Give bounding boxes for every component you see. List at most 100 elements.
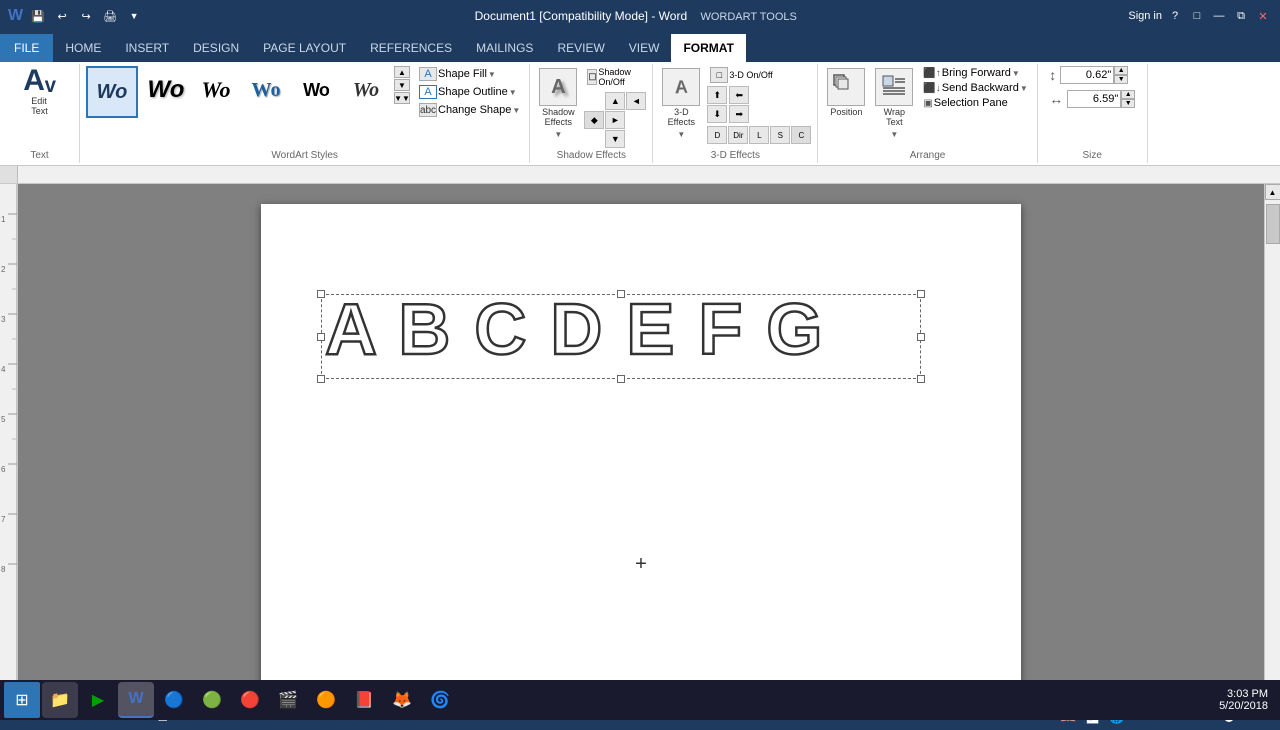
tilt-up-button[interactable]: ⬇ [707,105,727,123]
threed-effects-button[interactable]: A 3-DEffects ▼ [659,66,703,141]
width-decrement-button[interactable]: ▼ [1121,99,1135,108]
wordart-style-5[interactable]: Wo [342,66,390,114]
send-backward-button[interactable]: ⬛↓ Send Backward ▼ [920,81,1030,95]
document-page[interactable]: A B C D E F G + [261,204,1021,684]
ribbon-group-3d: A 3-DEffects ▼ □ 3-D On/Off ⬆ ⬇ ⬅ [653,64,818,163]
handle-middle-left[interactable] [317,333,325,341]
customize-button[interactable]: ▼ [125,7,143,25]
taskbar-word[interactable]: W [118,682,154,718]
tab-view[interactable]: VIEW [617,34,672,62]
wrap-text-icon [875,68,913,106]
tilt-down-button[interactable]: ⬆ [707,86,727,104]
tab-format[interactable]: FORMAT [671,34,745,62]
shadow-effects-button[interactable]: A ShadowEffects ▼ [536,66,580,141]
handle-middle-right[interactable] [917,333,925,341]
threed-color-button[interactable]: C [791,126,811,144]
height-decrement-button[interactable]: ▼ [1114,75,1128,84]
width-increment-button[interactable]: ▲ [1121,90,1135,99]
wordart-scroll-up[interactable]: ▲ [394,66,410,78]
tab-design[interactable]: DESIGN [181,34,251,62]
taskbar-firefox[interactable]: 🦊 [384,682,420,718]
width-control: ↔ 6.59" ▲ ▼ [1049,90,1135,108]
lighting-button[interactable]: L [749,126,769,144]
wordart-style-1[interactable]: Wo [142,66,190,114]
tab-review[interactable]: REVIEW [545,34,616,62]
tab-references[interactable]: REFERENCES [358,34,464,62]
taskbar-app3[interactable]: 🔵 [156,682,192,718]
direction-button[interactable]: Dir [728,126,748,144]
taskbar-app5[interactable]: 🔴 [232,682,268,718]
bring-forward-icon: ⬛↑ [923,68,940,79]
edit-text-button[interactable]: Aᵥ EditText [23,66,56,116]
handle-bottom-middle[interactable] [617,375,625,383]
wordart-scroll-more[interactable]: ▼▼ [394,92,410,104]
help-button[interactable]: ? [1166,7,1184,25]
surface-button[interactable]: S [770,126,790,144]
wordart-selected-style[interactable]: Wo [86,66,138,118]
tab-home[interactable]: HOME [53,34,113,62]
taskbar-app9[interactable]: 🌀 [422,682,458,718]
threed-on-off-button[interactable]: □ 3-D On/Off [707,66,811,84]
redo-button[interactable]: ↪ [77,7,95,25]
height-input[interactable]: 0.62" [1060,66,1114,84]
handle-top-middle[interactable] [617,290,625,298]
nudge-shadow-down-button[interactable]: ▼ [605,130,625,148]
taskbar-explorer[interactable]: 📁 [42,682,78,718]
tab-file[interactable]: FILE [0,34,53,62]
shadow-color-button[interactable]: ◆ [584,111,604,129]
wrap-text-button[interactable]: WrapText ▼ [872,66,916,141]
height-control: ↕ 0.62" ▲ ▼ [1049,66,1128,84]
tab-page-layout[interactable]: PAGE LAYOUT [251,34,358,62]
wordart-object[interactable]: A B C D E F G [321,294,921,379]
close-button[interactable]: ✕ [1254,7,1272,25]
minimize-button[interactable]: — [1210,7,1228,25]
wordart-style-2[interactable]: Wo [192,66,240,114]
shape-fill-arrow: ▼ [488,70,496,79]
tab-mailings[interactable]: MAILINGS [464,34,545,62]
scroll-thumb[interactable] [1266,204,1280,244]
taskbar-app6[interactable]: 🎬 [270,682,306,718]
document-area: 1 2 3 4 5 6 7 8 9 [0,166,1280,704]
tilt-right-button[interactable]: ➡ [729,105,749,123]
tab-insert[interactable]: INSERT [113,34,181,62]
undo-button[interactable]: ↩ [53,7,71,25]
scroll-up-button[interactable]: ▲ [1265,184,1280,200]
start-button[interactable]: ⊞ [4,682,40,718]
bring-forward-button[interactable]: ⬛↑ Bring Forward ▼ [920,66,1030,80]
taskbar-media-player[interactable]: ▶ [80,682,116,718]
taskbar-app7[interactable]: 🟠 [308,682,344,718]
handle-bottom-left[interactable] [317,375,325,383]
wordart-style-4[interactable]: Wo [292,66,340,114]
nudge-shadow-up-button[interactable]: ▲ [605,92,625,110]
wordart-style-3[interactable]: Wo [242,66,290,114]
shadow-effects-icon: A [539,68,577,106]
change-shape-button[interactable]: abc Change Shape ▼ [416,102,523,118]
wordart-styles-label: WordArt Styles [271,148,338,161]
sign-in-button[interactable]: Sign in [1128,10,1162,22]
position-label: Position [830,108,862,118]
depth-button[interactable]: D [707,126,727,144]
save-button[interactable]: 💾 [29,7,47,25]
taskbar-app8[interactable]: 📕 [346,682,382,718]
selection-pane-button[interactable]: ▣ Selection Pane [920,96,1030,110]
handle-top-right[interactable] [917,290,925,298]
height-increment-button[interactable]: ▲ [1114,66,1128,75]
ruler-corner [0,166,18,183]
shadow-on-off-button[interactable]: ☐ ShadowOn/Off [584,66,632,88]
position-button[interactable]: Position [824,66,868,120]
shape-outline-button[interactable]: A Shape Outline ▼ [416,84,523,100]
restore-button[interactable]: ⧉ [1232,7,1250,25]
nudge-shadow-right-button[interactable]: ► [605,111,625,129]
nudge-shadow-left-button[interactable]: ◄ [626,92,646,110]
print-preview-button[interactable]: 🖨 [101,7,119,25]
shadow-on-off-label: ShadowOn/Off [598,67,631,87]
taskbar-chrome[interactable]: 🟢 [194,682,230,718]
handle-top-left[interactable] [317,290,325,298]
shape-fill-button[interactable]: A Shape Fill ▼ [416,66,523,82]
handle-bottom-right[interactable] [917,375,925,383]
width-input[interactable]: 6.59" [1067,90,1121,108]
tilt-left-button[interactable]: ⬅ [729,86,749,104]
ribbon-display-button[interactable]: □ [1188,7,1206,25]
vertical-scrollbar[interactable]: ▲ ▼ [1264,184,1280,704]
wordart-scroll-down[interactable]: ▼ [394,79,410,91]
